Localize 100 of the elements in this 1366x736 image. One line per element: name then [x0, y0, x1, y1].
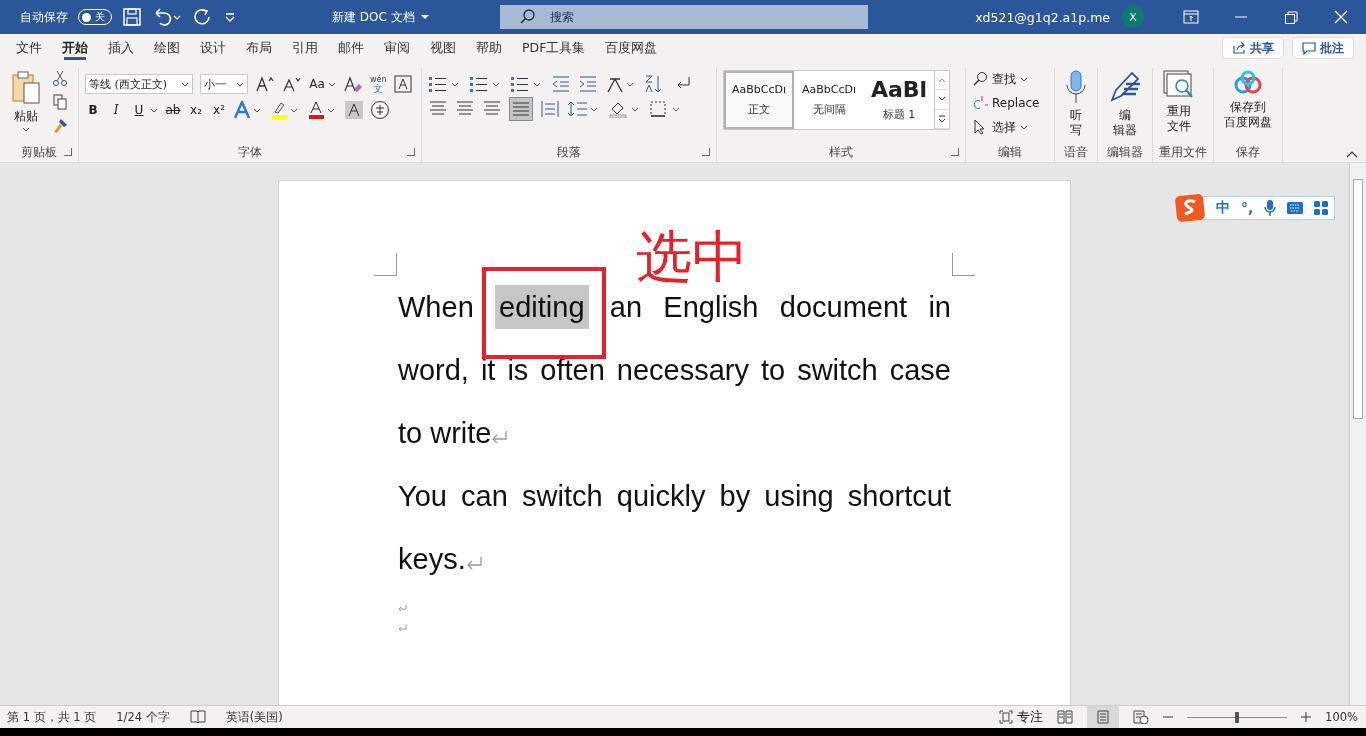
style-item[interactable]: AaBl 标题 1: [864, 71, 934, 129]
character-shading-icon[interactable]: [345, 101, 363, 119]
book-icon[interactable]: [189, 710, 206, 724]
print-layout-icon[interactable]: [1087, 706, 1120, 728]
style-item[interactable]: AaBbCcDı 正文: [724, 71, 794, 129]
crop-mark: [374, 253, 397, 276]
document-title[interactable]: 新建 DOC 文档: [332, 8, 415, 26]
ribbon-tab[interactable]: 开始: [52, 34, 98, 62]
ribbon-tab[interactable]: 帮助: [466, 34, 512, 62]
page-count[interactable]: 第 1 页，共 1 页: [7, 709, 97, 725]
collapse-ribbon-icon[interactable]: [1346, 150, 1358, 158]
paragraph: You can switch quickly by using shortcut keys.: [398, 479, 951, 577]
avatar[interactable]: X: [1122, 6, 1144, 28]
punctuation-toggle[interactable]: °,: [1241, 200, 1254, 216]
dialog-launcher-icon[interactable]: [64, 148, 72, 156]
restore-icon[interactable]: [1283, 10, 1299, 24]
align-icon[interactable]: [455, 100, 475, 118]
grid-icon[interactable]: [1314, 201, 1329, 215]
replace-icon[interactable]: [972, 95, 988, 111]
ribbon-tab[interactable]: 审阅: [374, 34, 420, 62]
ribbon-tab[interactable]: 文件: [6, 34, 52, 62]
scrollbar[interactable]: [1349, 163, 1366, 705]
ribbon-tab[interactable]: PDF工具集: [512, 34, 596, 62]
caret-icon[interactable]: [1020, 124, 1028, 130]
group-label: 保存: [1236, 144, 1260, 160]
replace-button[interactable]: Replace: [992, 92, 1040, 114]
strikethrough-button[interactable]: ab: [165, 103, 181, 117]
close-icon[interactable]: [1333, 10, 1349, 24]
comment-button[interactable]: 批注: [1292, 37, 1354, 59]
caret-icon[interactable]: [150, 107, 158, 113]
ribbon-tab[interactable]: 设计: [190, 34, 236, 62]
align-icon[interactable]: [482, 100, 502, 118]
group-label: 语音: [1064, 144, 1088, 160]
paragraph-mark-icon: [398, 605, 407, 613]
ribbon-tab[interactable]: 百度网盘: [595, 34, 668, 62]
paragraph-mark-icon: [398, 625, 407, 633]
caret-icon: [22, 127, 30, 132]
keyboard-icon[interactable]: [1287, 202, 1304, 214]
web-layout-icon[interactable]: [1133, 710, 1150, 724]
search-field[interactable]: 搜索: [500, 5, 868, 29]
save-to-cloud-button[interactable]: 保存到 百度网盘: [1220, 68, 1276, 132]
focus-button[interactable]: 专注: [1017, 708, 1044, 726]
ime-logo-icon[interactable]: [1175, 194, 1205, 222]
ribbon-tab[interactable]: 视图: [420, 34, 466, 62]
share-button[interactable]: 共享: [1222, 37, 1284, 59]
decrease-indent-icon[interactable]: [551, 75, 571, 93]
clipboard-icon: [10, 70, 42, 106]
ribbon-display-icon[interactable]: [1183, 10, 1199, 24]
phonetic-guide-button[interactable]: wén 文: [370, 75, 387, 93]
enclose-character-icon[interactable]: [370, 100, 390, 120]
dialog-launcher-icon[interactable]: [407, 148, 415, 156]
change-case-button[interactable]: Aa: [309, 77, 325, 91]
language-indicator[interactable]: 英语(美国): [225, 709, 283, 725]
superscript-button[interactable]: x²: [211, 103, 227, 117]
subscript-button[interactable]: x₂: [188, 103, 204, 117]
focus-icon[interactable]: [999, 710, 1014, 724]
shrink-font-icon[interactable]: [282, 75, 302, 93]
ribbon-tab[interactable]: 布局: [236, 34, 282, 62]
caret-icon[interactable]: [420, 14, 429, 20]
editor-button[interactable]: 编 辑器: [1104, 68, 1146, 140]
paragraph-mark-icon: [491, 431, 508, 445]
search-icon: [520, 9, 536, 25]
read-mode-icon[interactable]: [1057, 710, 1074, 724]
align-icon[interactable]: [428, 100, 448, 118]
zoom-in-icon[interactable]: [1301, 712, 1312, 722]
input-mode-toggle[interactable]: 中: [1216, 199, 1230, 217]
style-item[interactable]: AaBbCcDı 无间隔: [794, 71, 864, 129]
ribbon-tab[interactable]: 邮件: [328, 34, 374, 62]
find-button[interactable]: 查找: [992, 68, 1016, 90]
format-painter-icon[interactable]: [52, 118, 68, 134]
grow-font-icon[interactable]: [255, 75, 275, 93]
group-label: 编辑器: [1107, 144, 1143, 160]
copy-icon[interactable]: [52, 94, 68, 110]
word-count[interactable]: 1/24 个字: [116, 709, 170, 725]
paste-button[interactable]: 粘贴: [6, 68, 46, 134]
ribbon-tab[interactable]: 绘图: [144, 34, 190, 62]
increase-indent-icon[interactable]: [578, 75, 598, 93]
underline-button[interactable]: U: [131, 103, 147, 117]
dictate-button[interactable]: 听 写: [1061, 68, 1091, 140]
autosave-label: 自动保存: [20, 8, 68, 26]
caret-icon[interactable]: [1020, 76, 1028, 82]
reuse-files-button[interactable]: 重用 文件: [1159, 68, 1199, 136]
ribbon-tab[interactable]: 插入: [98, 34, 144, 62]
dialog-launcher-icon[interactable]: [702, 148, 710, 156]
clear-format-icon[interactable]: [343, 75, 363, 93]
bold-button[interactable]: B: [85, 103, 101, 117]
microphone-icon[interactable]: [1264, 200, 1277, 216]
redo-icon[interactable]: [192, 7, 212, 27]
zoom-level[interactable]: 100%: [1325, 710, 1358, 724]
character-border-icon[interactable]: [393, 75, 412, 93]
scissors-icon[interactable]: [52, 70, 68, 86]
select-button[interactable]: 选择: [992, 116, 1016, 138]
caret-icon[interactable]: [328, 81, 336, 87]
undo-icon[interactable]: [152, 7, 182, 27]
dialog-launcher-icon[interactable]: [951, 148, 959, 156]
save-icon[interactable]: [122, 7, 142, 27]
italic-button[interactable]: I: [108, 103, 124, 117]
search-icon[interactable]: [972, 71, 988, 87]
account-name[interactable]: xd521@g1q2.a1p.me: [975, 9, 1110, 25]
ribbon-tab[interactable]: 引用: [282, 34, 328, 62]
